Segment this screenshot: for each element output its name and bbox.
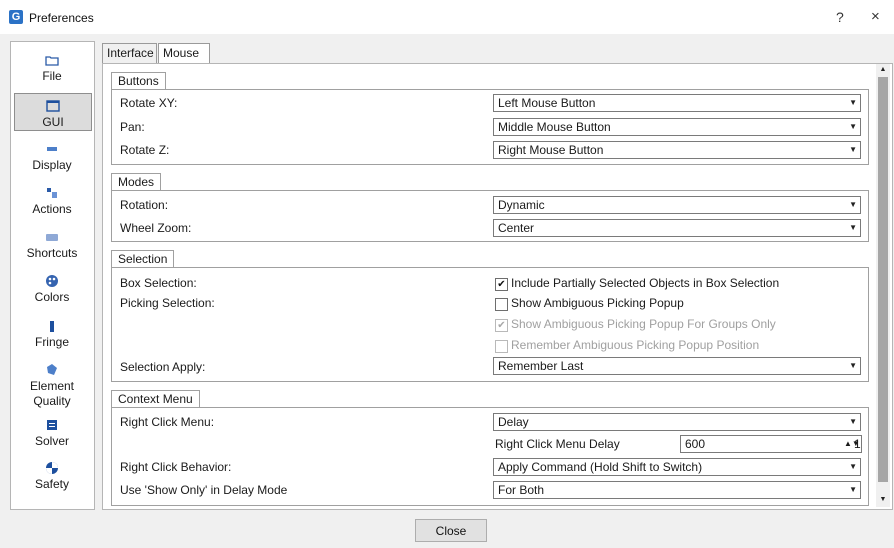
rotate-xy-value: Left Mouse Button bbox=[498, 96, 596, 110]
chevron-down-icon: ▼ bbox=[849, 98, 857, 107]
window-icon bbox=[46, 100, 60, 112]
rotation-label: Rotation: bbox=[120, 198, 169, 212]
right-click-behavior-select[interactable]: Apply Command (Hold Shift to Switch) ▼ bbox=[493, 458, 861, 476]
scroll-up-icon[interactable]: ▲ bbox=[876, 64, 890, 76]
sidebar-item-label: Element Quality bbox=[29, 379, 75, 408]
chevron-down-icon: ▼ bbox=[849, 417, 857, 426]
tab-mouse[interactable]: Mouse bbox=[158, 43, 210, 64]
rotation-value: Dynamic bbox=[498, 198, 545, 212]
rotate-z-label: Rotate Z: bbox=[120, 143, 170, 157]
include-partial-label: Include Partially Selected Objects in Bo… bbox=[511, 276, 780, 290]
rotate-xy-label: Rotate XY: bbox=[120, 96, 178, 110]
close-button[interactable]: Close bbox=[415, 519, 487, 542]
category-sidebar: File GUI Display Actions Shortcuts Color… bbox=[10, 41, 95, 510]
right-click-behavior-label: Right Click Behavior: bbox=[120, 460, 232, 474]
chevron-down-icon: ▼ bbox=[849, 122, 857, 131]
pan-label: Pan: bbox=[120, 120, 145, 134]
right-click-delay-label: Right Click Menu Delay bbox=[495, 437, 620, 451]
include-partial-checkbox[interactable]: ✔ bbox=[495, 278, 508, 291]
rotate-z-select[interactable]: Right Mouse Button ▼ bbox=[493, 141, 861, 159]
pan-value: Middle Mouse Button bbox=[498, 120, 611, 134]
right-click-menu-select[interactable]: Delay ▼ bbox=[493, 413, 861, 431]
vertical-scrollbar[interactable]: ▲ ▼ bbox=[876, 64, 890, 507]
sidebar-item-label: Colors bbox=[34, 290, 70, 304]
sidebar-item-label: GUI bbox=[42, 115, 64, 129]
sidebar-item-safety[interactable]: Safety bbox=[14, 456, 90, 494]
group-title-modes: Modes bbox=[111, 173, 162, 191]
sidebar-item-file[interactable]: File bbox=[14, 48, 90, 85]
box-selection-label: Box Selection: bbox=[120, 276, 197, 290]
selection-apply-value: Remember Last bbox=[498, 359, 584, 373]
title-bar: G Preferences ? × bbox=[0, 0, 894, 34]
rotate-xy-select[interactable]: Left Mouse Button ▼ bbox=[493, 94, 861, 112]
show-only-label: Use 'Show Only' in Delay Mode bbox=[120, 483, 288, 497]
group-title-context-menu: Context Menu bbox=[111, 390, 200, 408]
show-only-value: For Both bbox=[498, 483, 545, 497]
wheel-zoom-label: Wheel Zoom: bbox=[120, 221, 192, 235]
sidebar-item-fringe[interactable]: Fringe bbox=[14, 314, 90, 354]
solver-icon bbox=[47, 420, 57, 430]
sidebar-item-solver[interactable]: Solver bbox=[14, 413, 90, 451]
app-logo-icon: G bbox=[9, 10, 23, 24]
picking-selection-label: Picking Selection: bbox=[120, 296, 215, 310]
chevron-down-icon: ▼ bbox=[849, 223, 857, 232]
display-icon bbox=[47, 147, 57, 151]
actions-icon bbox=[47, 188, 57, 198]
window-title: Preferences bbox=[29, 11, 94, 25]
sidebar-item-label: Actions bbox=[32, 202, 72, 216]
sidebar-item-label: Shortcuts bbox=[26, 246, 78, 260]
sidebar-item-actions[interactable]: Actions bbox=[14, 181, 90, 219]
scroll-down-icon[interactable]: ▼ bbox=[876, 494, 890, 506]
right-click-behavior-value: Apply Command (Hold Shift to Switch) bbox=[498, 460, 703, 474]
chevron-down-icon: ▼ bbox=[849, 200, 857, 209]
chevron-down-icon: ▼ bbox=[849, 485, 857, 494]
sidebar-item-shortcuts[interactable]: Shortcuts bbox=[14, 225, 90, 262]
sidebar-item-gui[interactable]: GUI bbox=[14, 93, 92, 131]
show-ambiguous-popup-label: Show Ambiguous Picking Popup bbox=[511, 296, 684, 310]
palette-icon bbox=[46, 275, 58, 287]
folder-icon bbox=[45, 56, 59, 66]
right-click-delay-spinbox[interactable]: 600 ▲▼ 1 bbox=[680, 435, 862, 453]
selection-apply-select[interactable]: Remember Last ▼ bbox=[493, 357, 861, 375]
show-only-select[interactable]: For Both ▼ bbox=[493, 481, 861, 499]
rotate-z-value: Right Mouse Button bbox=[498, 143, 604, 157]
groups-only-label: Show Ambiguous Picking Popup For Groups … bbox=[511, 317, 776, 331]
sidebar-item-colors[interactable]: Colors bbox=[14, 269, 90, 309]
selection-apply-label: Selection Apply: bbox=[120, 360, 206, 374]
element-quality-icon bbox=[47, 364, 57, 375]
safety-icon bbox=[46, 462, 58, 474]
sidebar-item-display[interactable]: Display bbox=[14, 137, 90, 175]
groups-only-checkbox[interactable]: ✔ bbox=[495, 319, 508, 332]
right-click-menu-label: Right Click Menu: bbox=[120, 415, 215, 429]
fringe-icon bbox=[50, 321, 54, 332]
sidebar-item-element-quality[interactable]: Element Quality bbox=[14, 358, 90, 410]
chevron-down-icon: ▼ bbox=[849, 462, 857, 471]
remember-position-label: Remember Ambiguous Picking Popup Positio… bbox=[511, 338, 760, 352]
chevron-down-icon: ▼ bbox=[849, 145, 857, 154]
sidebar-item-label: Solver bbox=[34, 434, 69, 448]
tab-interface[interactable]: Interface bbox=[102, 43, 157, 63]
wheel-zoom-value: Center bbox=[498, 221, 535, 235]
show-ambiguous-popup-checkbox[interactable] bbox=[495, 298, 508, 311]
group-title-selection: Selection bbox=[111, 250, 175, 268]
sidebar-item-label: File bbox=[42, 69, 62, 83]
sidebar-item-label: Display bbox=[32, 158, 72, 172]
keyboard-icon bbox=[46, 234, 58, 241]
spin-step-value: 1 bbox=[854, 437, 861, 451]
sidebar-item-label: Safety bbox=[34, 477, 70, 491]
remember-position-checkbox[interactable] bbox=[495, 340, 508, 353]
group-title-buttons: Buttons bbox=[111, 72, 166, 90]
right-click-delay-value: 600 bbox=[685, 437, 706, 451]
help-button[interactable]: ? bbox=[836, 8, 844, 26]
pan-select[interactable]: Middle Mouse Button ▼ bbox=[493, 118, 861, 136]
scroll-thumb[interactable] bbox=[878, 77, 888, 482]
right-click-menu-value: Delay bbox=[498, 415, 529, 429]
sidebar-item-label: Fringe bbox=[34, 335, 69, 349]
chevron-down-icon: ▼ bbox=[849, 361, 857, 370]
rotation-select[interactable]: Dynamic ▼ bbox=[493, 196, 861, 214]
wheel-zoom-select[interactable]: Center ▼ bbox=[493, 219, 861, 237]
window-close-button[interactable]: × bbox=[871, 8, 880, 26]
